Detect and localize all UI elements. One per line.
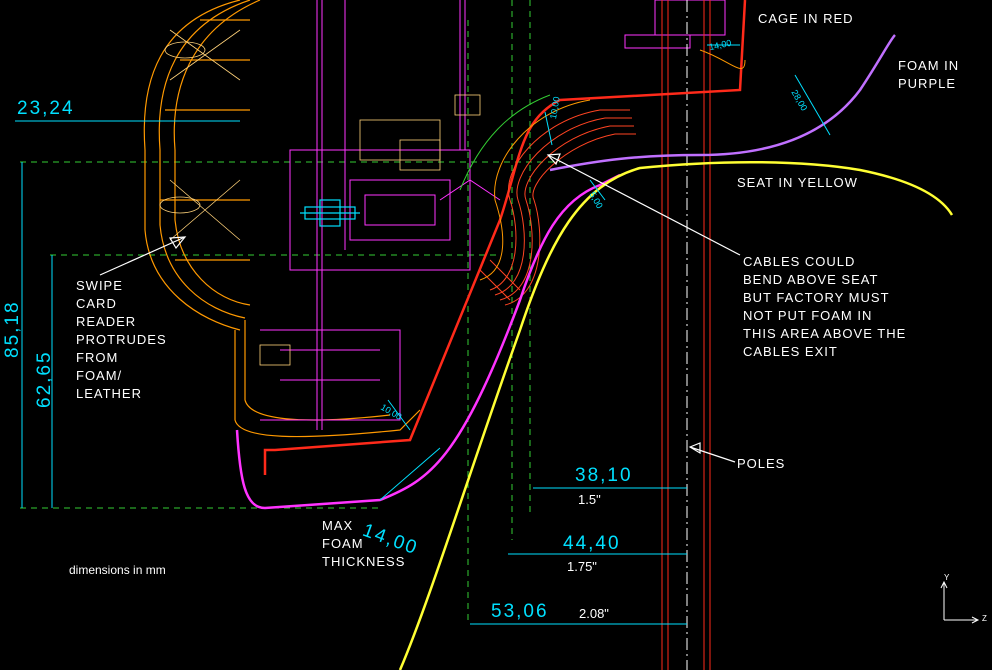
dimension-53-06: 53,06 [491, 601, 549, 622]
seat-label: SEAT IN YELLOW [737, 175, 858, 190]
axis-y-label: Y [944, 573, 950, 582]
dimension-23-24: 23,24 [17, 98, 75, 119]
dimension-53-06-inches: 2.08" [579, 606, 609, 621]
axis-z-label: Z [982, 614, 987, 623]
axis-icon [940, 580, 980, 624]
reader-housing [143, 0, 421, 438]
cage-label: CAGE IN RED [758, 11, 854, 26]
units-note: dimensions in mm [69, 563, 166, 577]
foam-purple-line [549, 34, 896, 172]
dimension-38-10-inches: 1.5" [578, 492, 601, 507]
dimension-85-18: 85,18 [2, 300, 23, 358]
dimension-44-40-inches: 1.75" [567, 559, 597, 574]
cad-drawing: CAGE IN RED FOAM IN PURPLE SEAT IN YELLO… [0, 0, 992, 670]
dimension-38-10: 38,10 [575, 465, 633, 486]
cables-note: CABLES COULD BEND ABOVE SEAT BUT FACTORY… [743, 254, 907, 359]
poles [661, 0, 711, 670]
dimension-62-65: 62,65 [34, 350, 55, 408]
cage-line [263, 0, 747, 475]
poles-label: POLES [737, 456, 786, 471]
bolt [300, 199, 360, 227]
foam-label: FOAM IN PURPLE [898, 58, 960, 91]
seat-line [398, 160, 954, 670]
dimension-44-40: 44,40 [563, 533, 621, 554]
swipe-card-note: SWIPE CARD READER PROTRUDES FROM FOAM/ L… [76, 278, 167, 401]
